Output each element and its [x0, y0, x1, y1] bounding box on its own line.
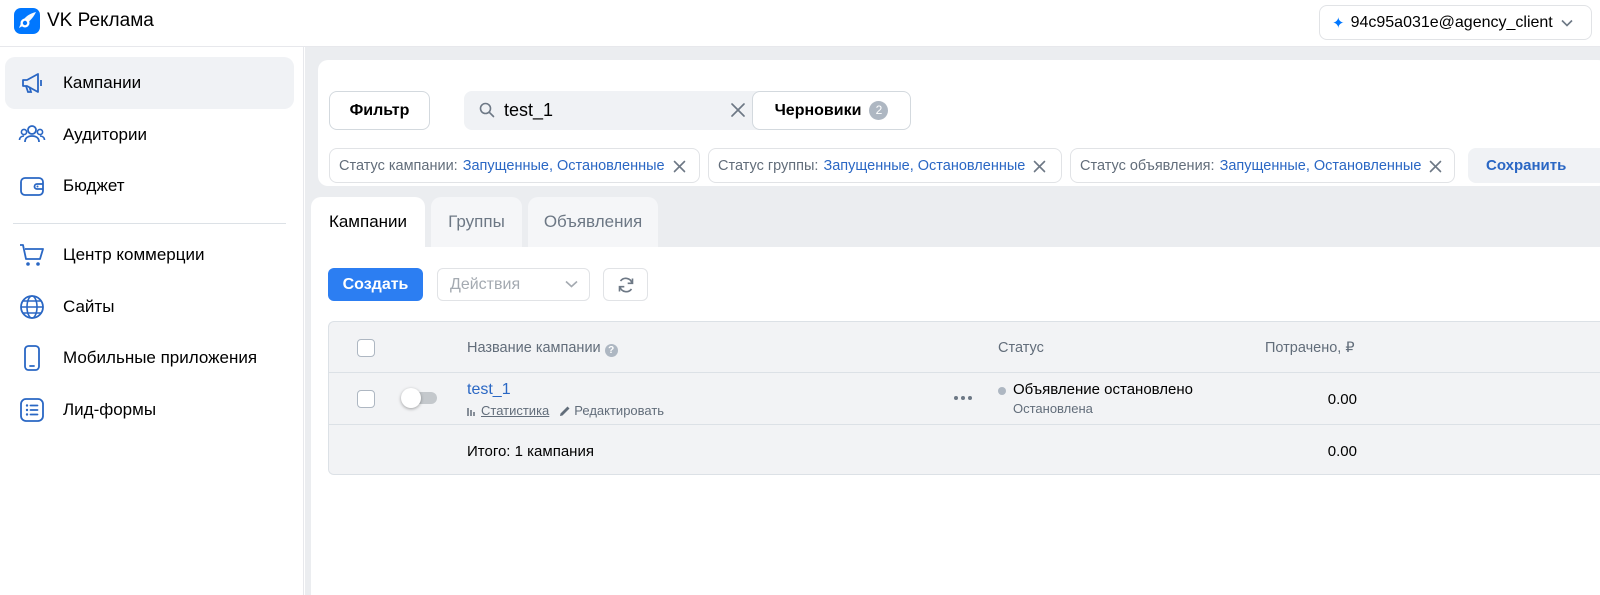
row-checkbox[interactable]: [357, 390, 375, 408]
sidebar-divider: [13, 223, 286, 224]
campaign-toggle[interactable]: [401, 388, 441, 408]
drafts-count-badge: 2: [869, 101, 889, 120]
status-indicator: [998, 387, 1006, 395]
table-header: Название кампании? Статус Потрачено, ₽: [329, 322, 1600, 373]
campaign-name-link[interactable]: test_1: [467, 381, 511, 399]
chip-value: Запущенные, Остановленные: [1219, 157, 1422, 174]
chip-key: Статус группы:: [718, 157, 819, 174]
sidebar: Кампании Аудитории Бюджет Центр коммерци…: [0, 47, 304, 595]
top-bar: VK Реклама ✦ 94c95a031e@agency_client: [0, 0, 1600, 47]
sidebar-item-lead-forms[interactable]: Лид-формы: [5, 384, 294, 436]
filter-chip-ad-status[interactable]: Статус объявления: Запущенные, Остановле…: [1070, 148, 1455, 183]
refresh-icon: [618, 277, 633, 292]
toggle-knob: [401, 388, 421, 408]
table-footer: Итого: 1 кампания 0.00: [329, 426, 1600, 474]
chip-value: Запущенные, Остановленные: [462, 157, 665, 174]
chip-key: Статус кампании:: [339, 157, 458, 174]
remove-chip-icon[interactable]: [673, 160, 686, 173]
bar-chart-icon: [467, 407, 475, 416]
account-switcher[interactable]: ✦ 94c95a031e@agency_client: [1319, 5, 1592, 40]
status-subtext: Остановлена: [1013, 401, 1093, 416]
phone-icon: [24, 345, 40, 371]
actions-placeholder: Действия: [450, 275, 521, 293]
sidebar-item-label: Аудитории: [63, 125, 147, 144]
edit-label: Редактировать: [574, 403, 665, 418]
sparkle-icon: ✦: [1332, 14, 1345, 32]
sidebar-item-label: Мобильные приложения: [63, 348, 258, 367]
filter-button[interactable]: Фильтр: [329, 91, 430, 130]
filter-panel: Фильтр Черновики 2 Статус кампании: Запу…: [318, 60, 1600, 186]
table-row: test_1 Статистика Редактировать Объявлен…: [329, 373, 1600, 425]
column-header-spent: Потрачено, ₽: [1265, 340, 1355, 356]
chip-key: Статус объявления:: [1080, 157, 1215, 174]
select-all-checkbox[interactable]: [357, 339, 375, 357]
chevron-down-icon: [1561, 19, 1573, 27]
search-box: [464, 91, 769, 130]
tab-campaigns[interactable]: Кампании: [311, 197, 425, 247]
spent-value: 0.00: [1327, 391, 1357, 408]
total-label: Итого: 1 кампания: [467, 443, 594, 460]
sidebar-item-label: Сайты: [63, 297, 115, 316]
edit-link[interactable]: Редактировать: [559, 403, 664, 418]
sidebar-item-budget[interactable]: Бюджет: [5, 160, 294, 212]
chevron-down-icon: [565, 280, 578, 288]
campaigns-content: Создать Действия Название кампании? Стат…: [311, 247, 1600, 595]
sidebar-item-commerce[interactable]: Центр коммерции: [5, 229, 294, 281]
sidebar-item-label: Центр коммерции: [63, 245, 205, 264]
search-icon: [479, 102, 495, 118]
sidebar-item-label: Кампании: [63, 73, 142, 92]
total-spent: 0.00: [1327, 443, 1357, 460]
megaphone-icon: [22, 73, 42, 93]
account-name: 94c95a031e@agency_client: [1350, 13, 1553, 31]
tab-ads[interactable]: Объявления: [528, 197, 658, 247]
sidebar-item-label: Лид-формы: [63, 400, 157, 419]
list-form-icon: [20, 398, 44, 422]
save-filter-button[interactable]: Сохранить: [1468, 148, 1600, 183]
sidebar-item-audiences[interactable]: Аудитории: [5, 109, 294, 161]
clear-search-icon[interactable]: [730, 102, 746, 118]
sidebar-item-sites[interactable]: Сайты: [5, 281, 294, 333]
vk-ads-logo-icon: [14, 8, 40, 34]
campaign-sub-links: Статистика Редактировать: [467, 403, 664, 418]
statistics-link[interactable]: Статистика: [481, 403, 549, 418]
drafts-button[interactable]: Черновики 2: [752, 91, 911, 130]
filter-chip-campaign-status[interactable]: Статус кампании: Запущенные, Остановленн…: [329, 148, 700, 183]
create-button[interactable]: Создать: [328, 268, 423, 301]
sidebar-item-label: Бюджет: [63, 176, 125, 195]
column-header-name: Название кампании?: [467, 340, 618, 357]
main-area: Фильтр Черновики 2 Статус кампании: Запу…: [305, 47, 1600, 595]
filter-chip-group-status[interactable]: Статус группы: Запущенные, Остановленные: [708, 148, 1062, 183]
app-title: VK Реклама: [47, 10, 154, 31]
remove-chip-icon[interactable]: [1033, 160, 1046, 173]
help-icon[interactable]: ?: [604, 344, 618, 357]
column-header-status: Статус: [998, 340, 1044, 356]
drafts-label: Черновики: [774, 101, 862, 119]
campaigns-table: Название кампании? Статус Потрачено, ₽ t…: [328, 321, 1600, 475]
more-options-icon[interactable]: [951, 389, 975, 407]
sidebar-item-campaigns[interactable]: Кампании: [5, 57, 294, 109]
pencil-icon: [560, 406, 570, 416]
remove-chip-icon[interactable]: [1429, 160, 1442, 173]
cart-icon: [20, 244, 44, 266]
logo[interactable]: VK Реклама: [14, 8, 154, 34]
actions-dropdown[interactable]: Действия: [437, 268, 590, 301]
chip-value: Запущенные, Остановленные: [823, 157, 1026, 174]
sidebar-item-mobile-apps[interactable]: Мобильные приложения: [5, 332, 294, 384]
tab-groups[interactable]: Группы: [431, 197, 522, 247]
search-input[interactable]: [504, 98, 724, 122]
wallet-icon: [20, 177, 44, 196]
users-icon: [18, 125, 46, 143]
globe-icon: [20, 295, 44, 319]
status-text: Объявление остановлено: [1013, 381, 1194, 398]
refresh-button[interactable]: [603, 268, 648, 301]
